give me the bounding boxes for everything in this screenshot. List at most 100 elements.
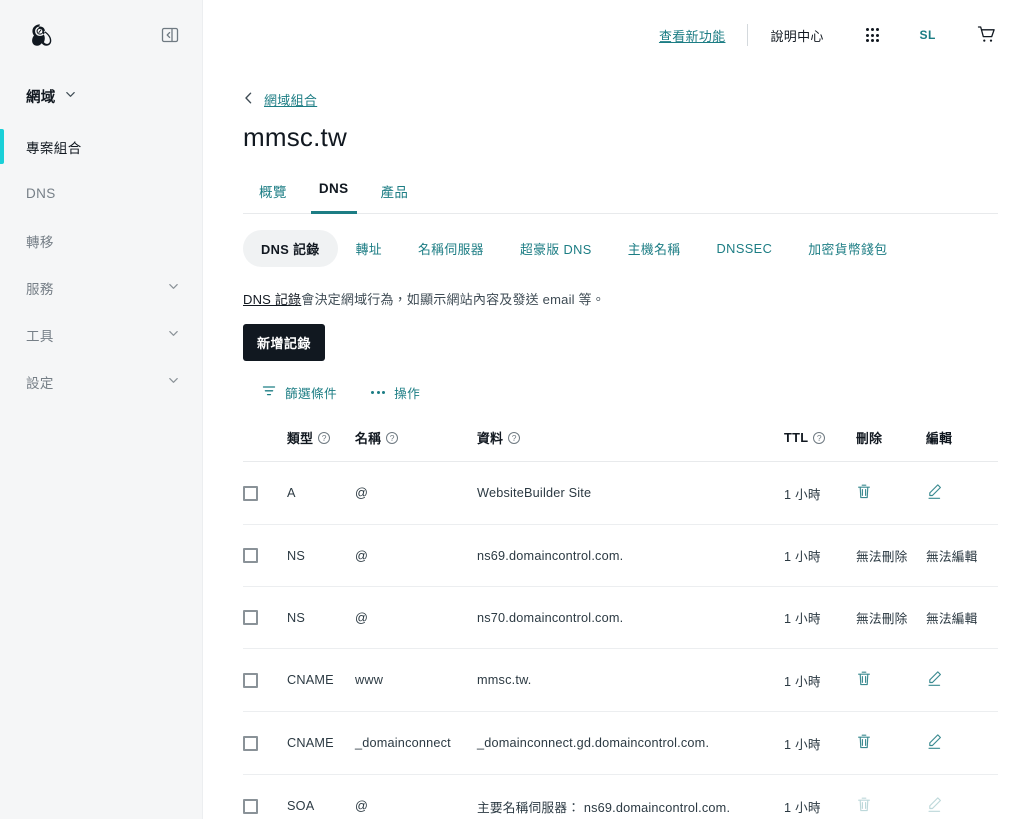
chevron-down-icon: [167, 280, 180, 296]
cell-edit: [926, 461, 998, 525]
row-checkbox[interactable]: [243, 735, 258, 751]
cell-type: CNAME: [287, 711, 355, 775]
cell-data: _domainconnect.gd.domaincontrol.com.: [477, 711, 784, 775]
cell-name: @: [355, 774, 477, 819]
cell-delete-disabled: 無法刪除: [856, 524, 926, 587]
cell-data: ns70.domaincontrol.com.: [477, 586, 784, 649]
col-header-ttl-label: TTL: [784, 430, 809, 445]
row-checkbox-cell: [243, 524, 287, 587]
chevron-left-icon[interactable]: [243, 91, 254, 108]
app-root: 網域 專案組合 DNS 轉移 服務 工具 設定 查看新功能 說明中心 SL 網域…: [0, 0, 1024, 819]
sidebar-nav: 專案組合 DNS 轉移 服務 工具 設定: [0, 123, 202, 405]
cell-type: NS: [287, 586, 355, 649]
sidebar-item-label: 專案組合: [26, 140, 82, 156]
chevron-down-icon: [167, 374, 180, 390]
help-icon[interactable]: ?: [318, 431, 331, 444]
table-row: CNAME _domainconnect _domainconnect.gd.d…: [243, 711, 998, 775]
edit-pencil-icon[interactable]: [926, 670, 943, 687]
col-header-delete: 刪除: [856, 428, 926, 462]
row-checkbox[interactable]: [243, 672, 258, 688]
col-header-data: 資料?: [477, 428, 784, 462]
cell-ttl: 1 小時: [784, 774, 856, 819]
table-row: SOA @ 主要名稱伺服器： ns69.domaincontrol.com. 1…: [243, 774, 998, 819]
sidebar-section-domains[interactable]: 網域: [0, 70, 202, 117]
edit-pencil-icon[interactable]: [926, 483, 943, 500]
sidebar-item-settings[interactable]: 設定: [0, 358, 202, 405]
edit-pencil-icon[interactable]: [926, 733, 943, 750]
cell-data: WebsiteBuilder Site: [477, 461, 784, 525]
cell-edit: [926, 711, 998, 775]
delete-icon[interactable]: [856, 670, 872, 687]
godaddy-logo[interactable]: [26, 21, 54, 49]
cell-delete: [856, 711, 926, 775]
subtab-premium-dns[interactable]: 超豪版 DNS: [502, 230, 610, 267]
actions-button[interactable]: 操作: [370, 383, 421, 402]
filter-funnel-icon: [262, 384, 276, 401]
tab-overview[interactable]: 概覽: [243, 175, 303, 213]
more-dots-icon: [370, 391, 386, 394]
help-icon[interactable]: ?: [386, 431, 399, 444]
col-header-edit: 編輯: [926, 428, 998, 462]
breadcrumb: 網域組合: [243, 90, 998, 109]
col-header-type-label: 類型: [287, 431, 314, 446]
dns-records-help-link[interactable]: DNS 記錄: [243, 292, 301, 307]
delete-icon[interactable]: [856, 733, 872, 750]
sidebar-item-tools[interactable]: 工具: [0, 311, 202, 358]
shopping-cart-icon[interactable]: [976, 24, 998, 46]
row-checkbox-cell: [243, 648, 287, 712]
account-avatar-initials[interactable]: SL: [919, 28, 936, 42]
dns-records-table: 類型? 名稱? 資料? TTL? 刪除 編輯 A @ WebsiteBuilde…: [243, 428, 998, 819]
help-center-link[interactable]: 說明中心: [770, 26, 823, 45]
cell-data: ns69.domaincontrol.com.: [477, 524, 784, 587]
sidebar-item-dns[interactable]: DNS: [0, 170, 202, 217]
row-checkbox-cell: [243, 586, 287, 649]
divider: [747, 24, 749, 46]
tab-products[interactable]: 產品: [365, 175, 425, 213]
page-title: mmsc.tw: [243, 122, 347, 152]
sidebar-item-label: DNS: [26, 186, 56, 201]
col-header-name-label: 名稱: [355, 431, 382, 446]
subtab-dns-records[interactable]: DNS 記錄: [243, 230, 338, 267]
breadcrumb-link-portfolio[interactable]: 網域組合: [264, 90, 317, 109]
row-checkbox[interactable]: [243, 548, 258, 563]
help-icon[interactable]: ?: [813, 431, 826, 444]
row-checkbox[interactable]: [243, 610, 258, 625]
sidebar-item-transfer[interactable]: 轉移: [0, 217, 202, 264]
panel-collapse-icon[interactable]: [160, 25, 180, 45]
cell-ttl: 1 小時: [784, 586, 856, 649]
sidebar-item-label: 設定: [26, 375, 54, 391]
subtab-hostnames[interactable]: 主機名稱: [610, 230, 699, 267]
sidebar: 網域 專案組合 DNS 轉移 服務 工具 設定: [0, 0, 203, 819]
table-header-row: 類型? 名稱? 資料? TTL? 刪除 編輯: [243, 428, 998, 462]
apps-grid-icon[interactable]: [865, 28, 880, 42]
filter-button[interactable]: 篩選條件: [262, 383, 337, 402]
cell-ttl: 1 小時: [784, 711, 856, 775]
subtab-nameservers[interactable]: 名稱伺服器: [400, 230, 502, 267]
subtab-dnssec[interactable]: DNSSEC: [699, 232, 791, 265]
actions-label: 操作: [394, 387, 421, 401]
sidebar-item-services[interactable]: 服務: [0, 264, 202, 311]
dns-subtabs: DNS 記錄 轉址 名稱伺服器 超豪版 DNS 主機名稱 DNSSEC 加密貨幣…: [243, 230, 998, 267]
add-record-button[interactable]: 新增記錄: [243, 324, 326, 361]
cell-data: mmsc.tw.: [477, 648, 784, 712]
sidebar-item-portfolio[interactable]: 專案組合: [0, 123, 202, 170]
subtab-crypto-wallet[interactable]: 加密貨幣錢包: [790, 230, 905, 267]
row-checkbox-cell: [243, 711, 287, 775]
tab-dns[interactable]: DNS: [303, 175, 365, 214]
cell-edit: [926, 774, 998, 819]
sidebar-section-label: 網域: [26, 90, 56, 106]
cell-delete: [856, 648, 926, 712]
delete-icon[interactable]: [856, 483, 872, 500]
cell-ttl: 1 小時: [784, 648, 856, 712]
subtab-forwarding[interactable]: 轉址: [338, 230, 400, 267]
cell-name: @: [355, 586, 477, 649]
sidebar-item-label: 轉移: [26, 234, 54, 250]
row-checkbox[interactable]: [243, 798, 258, 814]
dns-description-text: 會決定網域行為，如顯示網站內容及發送 email 等。: [301, 292, 605, 307]
row-checkbox-cell: [243, 461, 287, 525]
row-checkbox[interactable]: [243, 485, 258, 501]
whats-new-link[interactable]: 查看新功能: [659, 26, 726, 45]
help-icon[interactable]: ?: [508, 431, 521, 444]
cell-edit-disabled: 無法編輯: [926, 586, 998, 649]
sidebar-item-label: 服務: [26, 281, 54, 297]
